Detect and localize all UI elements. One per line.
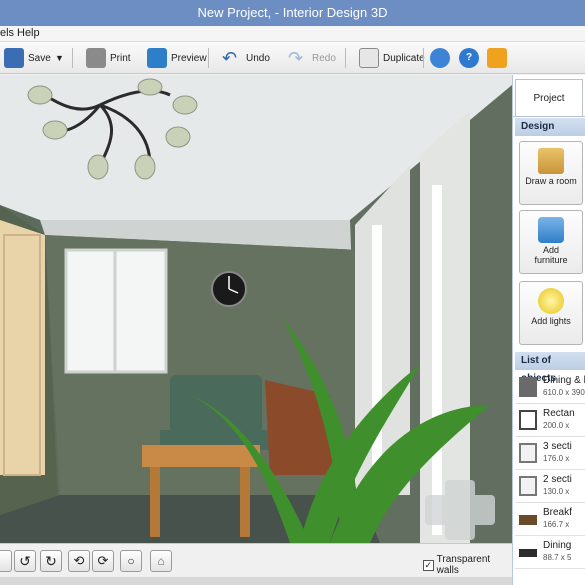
orbit-right-icon: ⟳ bbox=[97, 553, 109, 568]
draw-room-label: Draw a room bbox=[525, 176, 577, 186]
save-label: Save bbox=[28, 52, 51, 64]
shop-button[interactable] bbox=[487, 46, 507, 70]
add-furniture-label-line2: furniture bbox=[534, 255, 568, 265]
light-toggle-button[interactable]: ○ bbox=[120, 550, 142, 572]
window-icon bbox=[519, 410, 537, 430]
list-item[interactable]: Dining 88.7 x 5 bbox=[515, 536, 585, 569]
object-name: Rectan bbox=[543, 408, 575, 419]
transparent-walls-toggle[interactable]: ✓ Transparent walls bbox=[423, 554, 512, 576]
object-size: 610.0 x 390 bbox=[543, 388, 585, 397]
project-panel: Project Design Draw a room Add furniture… bbox=[512, 75, 585, 585]
floppy-disk-icon bbox=[4, 48, 24, 68]
redo-label: Redo bbox=[312, 52, 336, 64]
orbit-left-button[interactable]: ⟲ bbox=[68, 550, 90, 572]
save-button[interactable]: Save bbox=[4, 46, 51, 70]
menu-help[interactable]: Help bbox=[17, 27, 40, 39]
rotate-left-button[interactable]: ↺ bbox=[14, 550, 36, 572]
undo-arrow-icon: ↶ bbox=[222, 48, 238, 68]
list-item[interactable]: Breakf 166.7 x bbox=[515, 503, 585, 536]
undo-button[interactable]: ↶ Undo bbox=[222, 46, 270, 70]
design-section-header: Design bbox=[515, 118, 585, 136]
object-size: 88.7 x 5 bbox=[543, 553, 572, 562]
objects-list: Dining & k 610.0 x 390 Rectan 200.0 x 3 … bbox=[515, 371, 585, 569]
object-size: 130.0 x bbox=[543, 487, 570, 496]
help-button[interactable]: ? bbox=[459, 46, 479, 70]
object-name: Breakf bbox=[543, 507, 572, 518]
tab-divider bbox=[513, 116, 585, 117]
add-furniture-button[interactable]: Add furniture bbox=[519, 210, 583, 274]
rotate-left-icon: ↺ bbox=[19, 553, 31, 569]
toolbar-divider bbox=[208, 48, 209, 68]
orbit-left-icon: ⟲ bbox=[73, 553, 85, 568]
pencil-brush-icon bbox=[538, 148, 564, 174]
monitor-icon bbox=[147, 48, 167, 68]
undo-label: Undo bbox=[246, 52, 270, 64]
object-name: Dining bbox=[543, 540, 572, 551]
view-toolbar: ↺ ↻ ⟲ ⟳ ○ ⌂ ✓ Transparent walls bbox=[0, 543, 512, 577]
transparent-walls-label: Transparent walls bbox=[436, 554, 491, 576]
status-bar bbox=[0, 577, 512, 585]
duplicate-button[interactable]: Duplicate bbox=[359, 46, 425, 70]
preview-label: Preview bbox=[171, 52, 207, 64]
add-lights-button[interactable]: Add lights bbox=[519, 281, 583, 345]
room-scene bbox=[0, 75, 512, 543]
preview-button[interactable]: Preview bbox=[147, 46, 207, 70]
object-name: 2 secti bbox=[543, 474, 572, 485]
transparent-walls-checkbox[interactable]: ✓ bbox=[423, 559, 434, 571]
window-title: New Project, - Interior Design 3D bbox=[0, 0, 585, 26]
object-size: 200.0 x bbox=[543, 421, 570, 430]
view-tool-button[interactable] bbox=[0, 550, 12, 572]
add-lights-label: Add lights bbox=[531, 316, 571, 326]
orbit-right-button[interactable]: ⟳ bbox=[92, 550, 114, 572]
duplicate-icon bbox=[359, 48, 379, 68]
lightbulb-icon: ○ bbox=[127, 554, 135, 568]
table-icon bbox=[519, 515, 537, 525]
3d-viewport[interactable] bbox=[0, 75, 512, 543]
chevron-down-icon: ▼ bbox=[55, 53, 64, 63]
tab-project[interactable]: Project bbox=[515, 79, 583, 117]
menu-models[interactable]: els bbox=[0, 27, 14, 39]
list-item[interactable]: 3 secti 176.0 x bbox=[515, 437, 585, 470]
lightbulb-icon bbox=[538, 288, 564, 314]
chair-icon bbox=[538, 217, 564, 243]
home-icon: ⌂ bbox=[157, 554, 165, 568]
rotate-right-button[interactable]: ↻ bbox=[40, 550, 62, 572]
gear-icon bbox=[430, 48, 450, 68]
menu-bar: els Help bbox=[0, 26, 585, 42]
toolbar-divider bbox=[72, 48, 73, 68]
list-item[interactable]: Dining & k 610.0 x 390 bbox=[515, 371, 585, 404]
save-dropdown-button[interactable]: ▼ bbox=[55, 46, 64, 70]
printer-icon bbox=[86, 48, 106, 68]
duplicate-label: Duplicate bbox=[383, 52, 425, 64]
table-icon bbox=[519, 549, 537, 557]
room-icon bbox=[519, 377, 537, 397]
list-item[interactable]: Rectan 200.0 x bbox=[515, 404, 585, 437]
toolbar: Save ▼ Print Preview ↶ Undo ↷ Redo Dupli… bbox=[0, 42, 585, 74]
redo-arrow-icon: ↷ bbox=[288, 48, 304, 68]
toolbar-divider bbox=[423, 48, 424, 68]
settings-button[interactable] bbox=[430, 46, 450, 70]
print-label: Print bbox=[110, 52, 131, 64]
object-name: Dining & k bbox=[543, 375, 585, 386]
print-button[interactable]: Print bbox=[86, 46, 131, 70]
redo-button[interactable]: ↷ Redo bbox=[288, 46, 336, 70]
object-size: 176.0 x bbox=[543, 454, 570, 463]
home-view-button[interactable]: ⌂ bbox=[150, 550, 172, 572]
window-icon bbox=[519, 476, 537, 496]
objects-section-header: List of objects bbox=[515, 352, 585, 384]
help-icon: ? bbox=[459, 48, 479, 68]
list-item[interactable]: 2 secti 130.0 x bbox=[515, 470, 585, 503]
add-furniture-label-line1: Add bbox=[542, 245, 559, 255]
window-icon bbox=[519, 443, 537, 463]
cart-icon bbox=[487, 48, 507, 68]
draw-room-button[interactable]: Draw a room bbox=[519, 141, 583, 205]
object-size: 166.7 x bbox=[543, 520, 570, 529]
rotate-right-icon: ↻ bbox=[45, 553, 57, 569]
toolbar-divider bbox=[345, 48, 346, 68]
object-name: 3 secti bbox=[543, 441, 572, 452]
